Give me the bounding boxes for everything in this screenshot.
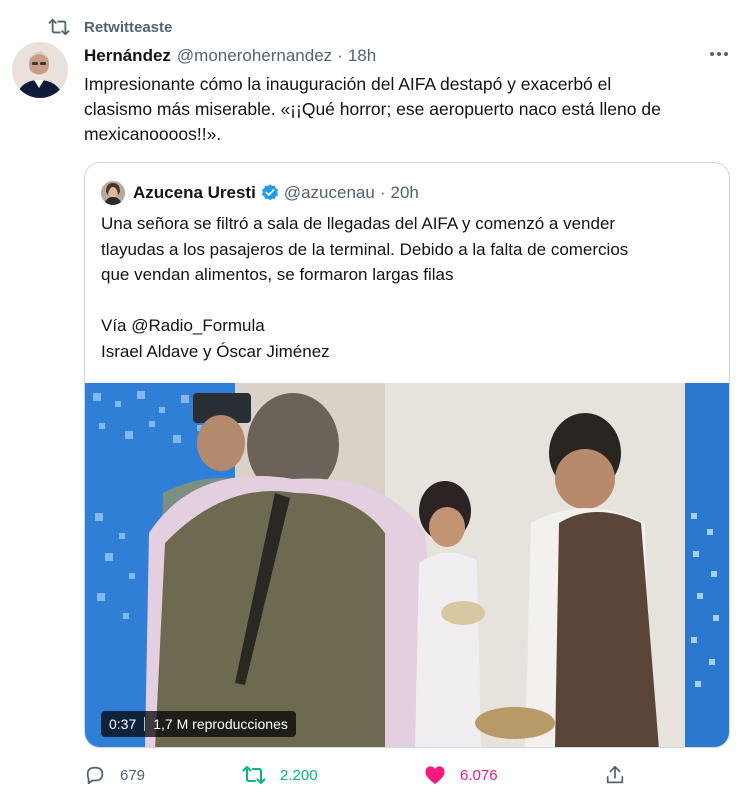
retweet-icon xyxy=(48,18,70,36)
quoted-text-line: Israel Aldave y Óscar Jiménez xyxy=(101,341,330,361)
quoted-text-line: tlayudas a los pasajeros de la terminal.… xyxy=(101,239,629,259)
quoted-tweet-header: Azucena Uresti @azucenau · 20h xyxy=(101,181,419,205)
quoted-text-line: Una señora se filtró a sala de llegadas … xyxy=(101,214,616,233)
like-button[interactable]: 6.076 xyxy=(424,762,498,788)
reply-count: 679 xyxy=(120,766,146,784)
author-handle[interactable]: @monerohernandez xyxy=(177,46,332,66)
quoted-text-line xyxy=(101,288,721,314)
tweet-text-line: mexicanoooos!!». xyxy=(84,124,222,144)
retweet-icon xyxy=(242,766,266,784)
badge-divider xyxy=(144,717,146,731)
reply-icon xyxy=(86,766,104,785)
author-avatar[interactable] xyxy=(12,42,68,98)
verified-badge-icon xyxy=(261,184,278,201)
quoted-author-avatar xyxy=(101,181,125,205)
retweet-label: Retwitteaste xyxy=(84,18,173,36)
tweet-text: Impresionante cómo la inauguración del A… xyxy=(84,72,724,147)
quoted-tweet-text: Una señora se filtró a sala de llegadas … xyxy=(101,211,721,364)
quoted-text-line: que vendan alimentos, se formaron largas… xyxy=(101,265,454,284)
quoted-tweet-timestamp[interactable]: 20h xyxy=(391,183,419,203)
tweet-actions: 679 2.200 6.076 xyxy=(84,762,644,788)
tweet-timestamp[interactable]: 18h xyxy=(348,46,376,66)
video-duration: 0:37 xyxy=(109,716,137,732)
quoted-text-line: Vía @Radio_Formula xyxy=(101,316,265,335)
retweet-count: 2.200 xyxy=(280,766,318,784)
quoted-tweet[interactable]: Azucena Uresti @azucenau · 20h Una señor… xyxy=(84,162,730,748)
author-name[interactable]: Hernández xyxy=(84,46,171,66)
heart-filled-icon xyxy=(425,766,445,785)
share-button[interactable] xyxy=(604,762,640,788)
quoted-author-handle[interactable]: @azucenau xyxy=(284,183,375,203)
retweet-button[interactable]: 2.200 xyxy=(242,762,318,788)
retweet-context: Retwitteaste xyxy=(48,16,172,38)
share-icon xyxy=(606,765,624,784)
reply-button[interactable]: 679 xyxy=(84,762,145,788)
header-separator: · xyxy=(337,46,343,65)
more-horizontal-icon xyxy=(710,52,728,56)
tweet-text-line: Impresionante cómo la inauguración del A… xyxy=(84,74,612,94)
video-view-count: 1,7 M reproducciones xyxy=(153,716,288,732)
video-frame xyxy=(85,383,729,747)
tweet-header: Hernández @monerohernandez · 18h xyxy=(84,44,376,68)
quoted-author-name[interactable]: Azucena Uresti xyxy=(133,183,256,203)
like-count: 6.076 xyxy=(460,766,498,784)
more-options-button[interactable] xyxy=(707,44,731,64)
video-player[interactable]: 0:37 1,7 M reproducciones xyxy=(85,383,729,747)
video-info-badge: 0:37 1,7 M reproducciones xyxy=(101,711,296,737)
quoted-header-separator: · xyxy=(379,183,386,202)
tweet-text-line: clasismo más miserable. «¡¡Qué horror; e… xyxy=(84,99,661,119)
